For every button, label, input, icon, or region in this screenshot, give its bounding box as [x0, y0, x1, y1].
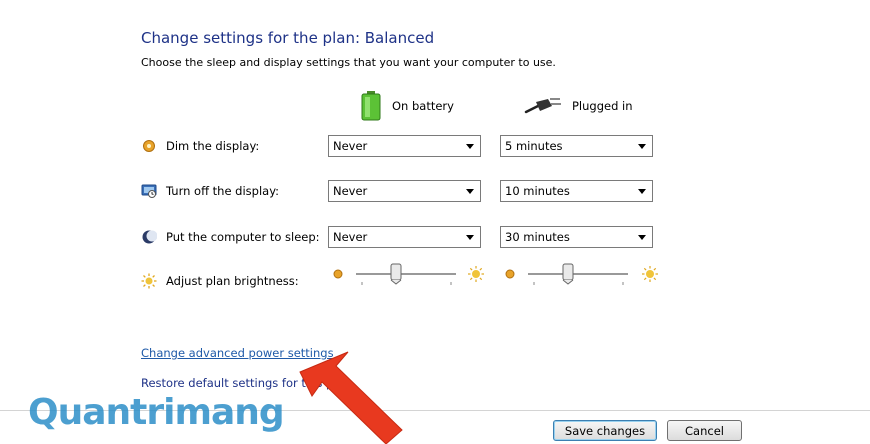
watermark-logo: Quantrimang [28, 392, 285, 433]
brightness-plugged-thumb [562, 263, 574, 285]
moon-icon [142, 230, 157, 244]
power-plug-icon [524, 98, 561, 114]
brightness-battery-slider[interactable] [328, 260, 488, 290]
dim-display-icon [143, 140, 155, 152]
cancel-button[interactable]: Cancel [667, 420, 742, 441]
brightness-row-label: Adjust plan brightness: [141, 270, 299, 292]
plugged-column-header: Plugged in [524, 93, 633, 119]
chevron-down-icon [466, 189, 474, 194]
brightness-plugged-slider[interactable] [500, 260, 665, 290]
plugged-column-label: Plugged in [572, 99, 633, 113]
chevron-down-icon [638, 144, 646, 149]
monitor-icon [141, 184, 157, 198]
dim-brightness-icon [333, 269, 343, 279]
chevron-down-icon [466, 235, 474, 240]
battery-column-label: On battery [392, 99, 454, 113]
chevron-down-icon [638, 189, 646, 194]
sleep-row-label: Put the computer to sleep: [141, 226, 320, 248]
sleep-battery-select[interactable]: Never [328, 226, 481, 248]
sleep-plugged-select[interactable]: 30 minutes [500, 226, 653, 248]
dim-brightness-icon [505, 269, 515, 279]
dim-display-plugged-select[interactable]: 5 minutes [500, 135, 653, 157]
turn-off-display-battery-select[interactable]: Never [328, 180, 481, 202]
bright-sun-icon [642, 266, 658, 282]
dim-display-battery-select[interactable]: Never [328, 135, 481, 157]
change-advanced-power-settings-link[interactable]: Change advanced power settings [141, 346, 334, 360]
page-subtitle: Choose the sleep and display settings th… [141, 56, 556, 69]
battery-icon [361, 91, 381, 121]
brightness-battery-thumb [390, 263, 402, 285]
turn-off-display-row-label: Turn off the display: [141, 180, 279, 202]
page-title: Change settings for the plan: Balanced [141, 29, 435, 47]
chevron-down-icon [638, 235, 646, 240]
bright-sun-icon [468, 266, 484, 282]
chevron-down-icon [466, 144, 474, 149]
restore-default-settings-link[interactable]: Restore default settings for this plan [141, 376, 351, 390]
dim-display-row-label: Dim the display: [141, 135, 259, 157]
sun-icon [141, 273, 157, 289]
turn-off-display-plugged-select[interactable]: 10 minutes [500, 180, 653, 202]
battery-column-header: On battery [360, 91, 454, 121]
save-changes-button[interactable]: Save changes [553, 420, 657, 441]
